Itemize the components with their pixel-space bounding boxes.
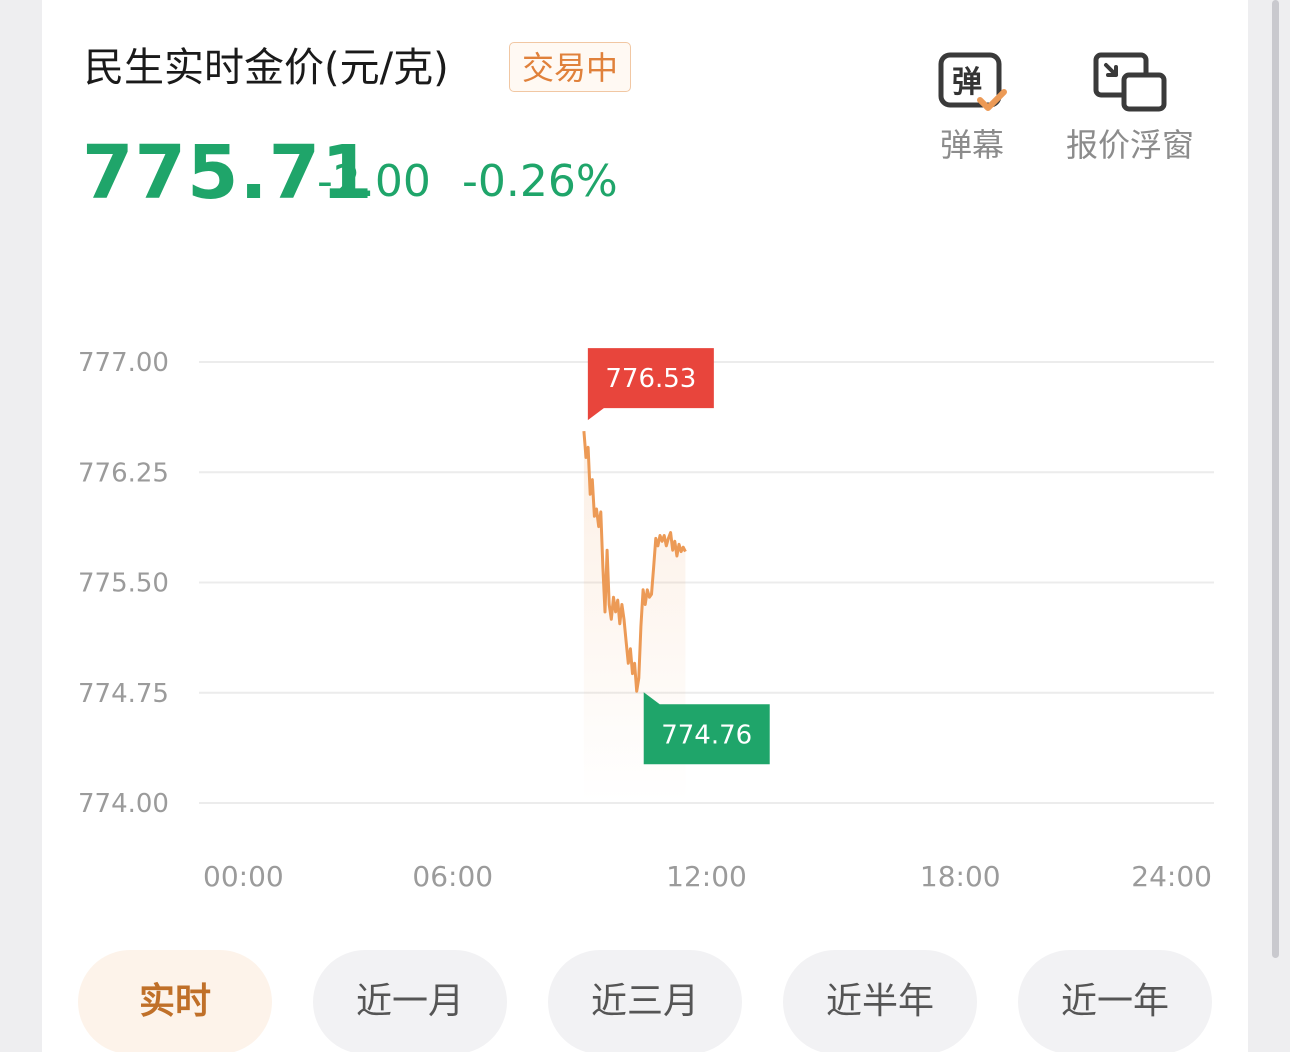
y-tick-label: 776.25 bbox=[78, 458, 169, 488]
x-tick-label: 12:00 bbox=[666, 860, 747, 893]
danmaku-label: 弹幕 bbox=[939, 126, 1004, 164]
y-tick-label: 777.00 bbox=[78, 348, 169, 378]
min-price-label: 774.76 bbox=[661, 720, 752, 750]
x-tick-label: 24:00 bbox=[1131, 860, 1212, 893]
tab-realtime[interactable]: 实时 bbox=[78, 950, 272, 1052]
danmaku-icon-glyph: 弹 bbox=[952, 65, 982, 100]
period-tabs: 实时 近一月 近三月 近半年 近一年 bbox=[42, 950, 1248, 1052]
x-tick-label: 00:00 bbox=[203, 860, 284, 893]
y-tick-label: 774.75 bbox=[78, 679, 169, 709]
tab-1-month[interactable]: 近一月 bbox=[313, 950, 507, 1052]
danmaku-icon: 弹 bbox=[938, 52, 1007, 111]
x-tick-label: 18:00 bbox=[920, 860, 1001, 893]
realtime-price-chart: 777.00 776.25 775.50 774.75 774.00 00:00 06:0… bbox=[78, 348, 1214, 893]
x-tick-label: 06:00 bbox=[412, 860, 493, 893]
tab-6-months[interactable]: 近半年 bbox=[783, 950, 977, 1052]
tab-3-months[interactable]: 近三月 bbox=[548, 950, 742, 1052]
float-window-label: 报价浮窗 bbox=[1065, 126, 1194, 164]
status-badge: 交易中 bbox=[509, 42, 631, 92]
max-price-label: 776.53 bbox=[605, 364, 696, 394]
scrollbar[interactable] bbox=[1272, 0, 1279, 958]
price-change: -2.00 bbox=[317, 156, 431, 207]
tab-1-year[interactable]: 近一年 bbox=[1018, 950, 1212, 1052]
y-tick-label: 775.50 bbox=[78, 569, 169, 599]
y-tick-label: 774.00 bbox=[78, 789, 169, 819]
page-title: 民生实时金价(元/克) bbox=[84, 45, 449, 91]
float-window-button[interactable]: 报价浮窗 bbox=[1062, 50, 1198, 166]
price-change-percent: -0.26% bbox=[462, 156, 618, 207]
max-price-callout: 776.53 bbox=[587, 348, 714, 421]
danmaku-button[interactable]: 弹 弹幕 bbox=[930, 50, 1014, 166]
gold-price-card: 民生实时金价(元/克) 交易中 775.71 -2.00 -0.26% 弹 弹幕… bbox=[42, 0, 1248, 1052]
picture-in-picture-icon bbox=[1093, 52, 1167, 112]
